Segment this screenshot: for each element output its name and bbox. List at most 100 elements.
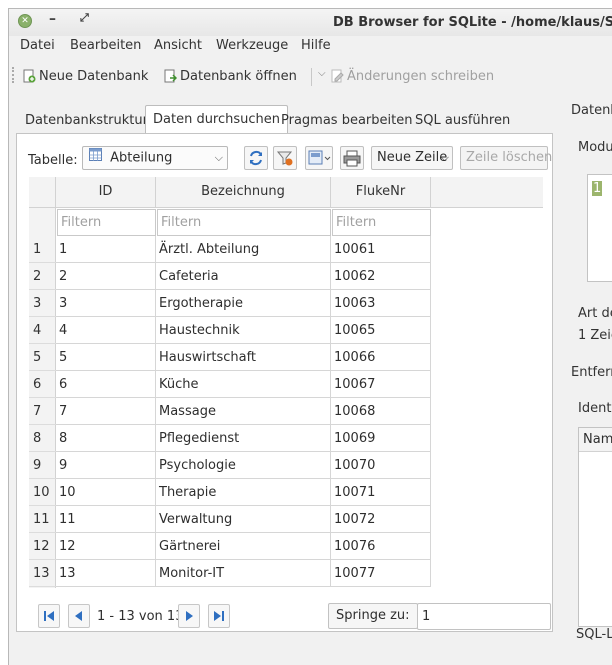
cell-flukenr[interactable]: 10065	[331, 317, 431, 344]
table-row[interactable]: 11 11 Verwaltung 10072	[29, 506, 431, 533]
tab-edit-pragmas[interactable]: Pragmas bearbeiten	[274, 109, 419, 134]
row-number[interactable]: 8	[29, 425, 56, 452]
table-row[interactable]: 5 5 Hauswirtschaft 10066	[29, 344, 431, 371]
menu-datei[interactable]: Datei	[20, 38, 55, 53]
row-number[interactable]: 13	[29, 560, 56, 587]
cell-id[interactable]: 12	[56, 533, 156, 560]
open-database-dropdown-icon[interactable]: ⌵	[318, 68, 326, 79]
tab-browse-data[interactable]: Daten durchsuchen	[145, 105, 289, 135]
new-database-button[interactable]: Neue Datenbank	[23, 66, 148, 86]
cell-flukenr[interactable]: 10062	[331, 263, 431, 290]
cell-bezeichnung[interactable]: Therapie	[156, 479, 331, 506]
row-number[interactable]: 9	[29, 452, 56, 479]
cell-id[interactable]: 6	[56, 371, 156, 398]
table-row[interactable]: 9 9 Psychologie 10070	[29, 452, 431, 479]
data-grid[interactable]: ID Bezeichnung FlukeNr Filtern Filtern F…	[29, 177, 543, 588]
cell-bezeichnung[interactable]: Gärtnerei	[156, 533, 331, 560]
column-header-flukenr[interactable]: FlukeNr	[331, 177, 431, 208]
cell-flukenr[interactable]: 10076	[331, 533, 431, 560]
grid-corner[interactable]	[29, 177, 56, 208]
row-number[interactable]: 2	[29, 263, 56, 290]
table-row[interactable]: 1 1 Ärztl. Abteilung 10061	[29, 236, 431, 263]
cell-id[interactable]: 13	[56, 560, 156, 587]
cell-flukenr[interactable]: 10067	[331, 371, 431, 398]
new-row-dropdown-icon[interactable]: ⌵	[441, 147, 449, 169]
cell-id[interactable]: 1	[56, 236, 156, 263]
cell-bezeichnung[interactable]: Pflegedienst	[156, 425, 331, 452]
menu-bearbeiten[interactable]: Bearbeiten	[70, 38, 141, 53]
column-header-id[interactable]: ID	[56, 177, 156, 208]
write-changes-button[interactable]: Änderungen schreiben	[331, 66, 494, 86]
table-row[interactable]: 12 12 Gärtnerei 10076	[29, 533, 431, 560]
cell-bezeichnung[interactable]: Ergotherapie	[156, 290, 331, 317]
delete-row-button[interactable]: Zeile löschen	[460, 146, 552, 170]
cell-id[interactable]: 3	[56, 290, 156, 317]
cell-bezeichnung[interactable]: Küche	[156, 371, 331, 398]
menu-hilfe[interactable]: Hilfe	[301, 38, 331, 53]
table-row[interactable]: 3 3 Ergotherapie 10063	[29, 290, 431, 317]
cell-id[interactable]: 10	[56, 479, 156, 506]
row-number[interactable]: 1	[29, 236, 56, 263]
row-number[interactable]: 7	[29, 398, 56, 425]
row-number[interactable]: 11	[29, 506, 56, 533]
row-number[interactable]: 3	[29, 290, 56, 317]
cell-bezeichnung[interactable]: Ärztl. Abteilung	[156, 236, 331, 263]
row-number[interactable]: 4	[29, 317, 56, 344]
column-header-bezeichnung[interactable]: Bezeichnung	[156, 177, 331, 208]
row-number[interactable]: 6	[29, 371, 56, 398]
cell-flukenr[interactable]: 10072	[331, 506, 431, 533]
row-number[interactable]: 10	[29, 479, 56, 506]
table-row[interactable]: 6 6 Küche 10067	[29, 371, 431, 398]
previous-page-button[interactable]	[68, 604, 90, 628]
table-row[interactable]: 10 10 Therapie 10071	[29, 479, 431, 506]
refresh-button[interactable]	[244, 146, 268, 170]
cell-bezeichnung[interactable]: Psychologie	[156, 452, 331, 479]
cell-flukenr[interactable]: 10068	[331, 398, 431, 425]
cell-flukenr[interactable]: 10071	[331, 479, 431, 506]
close-window-button[interactable]: ✕	[18, 14, 32, 28]
tab-execute-sql[interactable]: SQL ausführen	[408, 109, 517, 134]
minimize-window-button[interactable]: –	[49, 11, 56, 27]
filter-input-bezeichnung[interactable]: Filtern	[157, 209, 331, 236]
toolbar-grip[interactable]	[12, 67, 14, 83]
table-selector-combo[interactable]: Abteilung ⌵	[82, 146, 228, 170]
cell-id[interactable]: 9	[56, 452, 156, 479]
cell-flukenr[interactable]: 10070	[331, 452, 431, 479]
cell-id[interactable]: 2	[56, 263, 156, 290]
print-button[interactable]	[340, 146, 364, 170]
save-results-button[interactable]	[305, 146, 333, 170]
maximize-window-button[interactable]: ⤢	[80, 11, 89, 25]
next-page-button[interactable]	[178, 604, 200, 628]
cell-bezeichnung[interactable]: Cafeteria	[156, 263, 331, 290]
filter-input-flukenr[interactable]: Filtern	[332, 209, 431, 236]
last-page-button[interactable]	[208, 604, 230, 628]
cell-flukenr[interactable]: 10069	[331, 425, 431, 452]
cell-id[interactable]: 11	[56, 506, 156, 533]
cell-id[interactable]: 4	[56, 317, 156, 344]
cell-bezeichnung[interactable]: Monitor-IT	[156, 560, 331, 587]
tab-database-structure[interactable]: Datenbankstruktur	[18, 109, 155, 134]
cell-bezeichnung[interactable]: Verwaltung	[156, 506, 331, 533]
first-page-button[interactable]	[38, 604, 60, 628]
open-database-button[interactable]: Datenbank öffnen	[164, 66, 297, 86]
cell-flukenr[interactable]: 10061	[331, 236, 431, 263]
table-row[interactable]: 7 7 Massage 10068	[29, 398, 431, 425]
cell-flukenr[interactable]: 10066	[331, 344, 431, 371]
filter-input-id[interactable]: Filtern	[57, 209, 156, 236]
menu-werkzeuge[interactable]: Werkzeuge	[216, 38, 288, 53]
table-row[interactable]: 4 4 Haustechnik 10065	[29, 317, 431, 344]
goto-button[interactable]: Springe zu:	[328, 603, 418, 629]
goto-input[interactable]: 1	[417, 603, 551, 630]
row-number[interactable]: 5	[29, 344, 56, 371]
cell-flukenr[interactable]: 10077	[331, 560, 431, 587]
table-row[interactable]: 8 8 Pflegedienst 10069	[29, 425, 431, 452]
identity-list[interactable]: Name	[578, 427, 612, 627]
table-row[interactable]: 2 2 Cafeteria 10062	[29, 263, 431, 290]
cell-id[interactable]: 8	[56, 425, 156, 452]
new-row-button[interactable]: Neue Zeile ⌵	[371, 146, 453, 170]
row-number[interactable]: 12	[29, 533, 56, 560]
cell-editor[interactable]: 1	[587, 174, 612, 282]
cell-bezeichnung[interactable]: Haustechnik	[156, 317, 331, 344]
cell-id[interactable]: 7	[56, 398, 156, 425]
cell-id[interactable]: 5	[56, 344, 156, 371]
